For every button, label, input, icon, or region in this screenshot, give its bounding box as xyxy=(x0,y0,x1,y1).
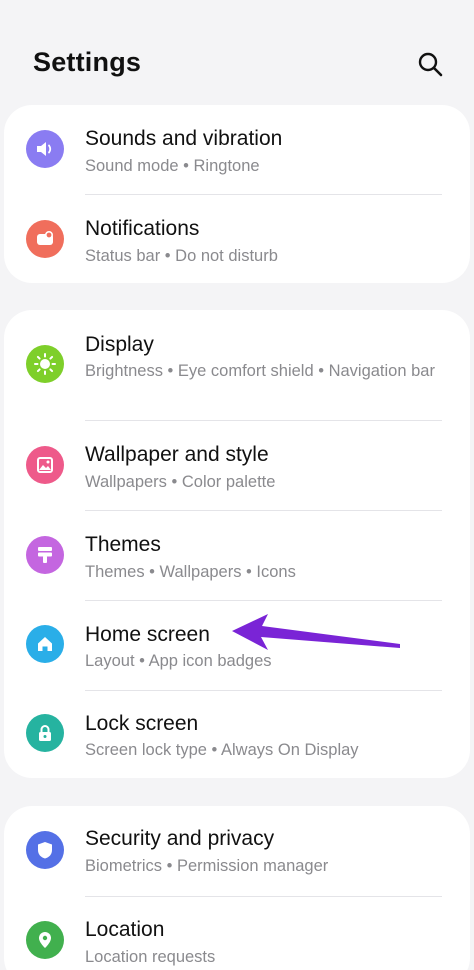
item-subtitle: Wallpapers • Color palette xyxy=(85,473,276,491)
item-title: Display xyxy=(85,333,154,356)
search-icon xyxy=(418,52,443,77)
settings-item-themes[interactable]: Themes Themes • Wallpapers • Icons xyxy=(4,511,470,600)
item-subtitle: Brightness • Eye comfort shield • Naviga… xyxy=(85,362,435,380)
item-title: Sounds and vibration xyxy=(85,127,283,150)
search-button[interactable] xyxy=(414,48,446,80)
settings-item-wallpaper-and-style[interactable]: Wallpaper and style Wallpapers • Color p… xyxy=(4,421,470,510)
item-subtitle: Status bar • Do not disturb xyxy=(85,247,278,265)
settings-group-display: Display Brightness • Eye comfort shield … xyxy=(4,310,470,778)
settings-group-security-location: Security and privacy Biometrics • Permis… xyxy=(4,806,470,970)
home-icon xyxy=(26,625,64,663)
item-title: Home screen xyxy=(85,623,210,646)
settings-group-sound-notifications: Sounds and vibration Sound mode • Ringto… xyxy=(4,105,470,283)
settings-item-lock-screen[interactable]: Lock screen Screen lock type • Always On… xyxy=(4,691,470,778)
notification-icon xyxy=(26,220,64,258)
item-title: Wallpaper and style xyxy=(85,443,269,466)
app-header: Settings xyxy=(0,0,474,110)
location-pin-icon xyxy=(26,921,64,959)
item-subtitle: Layout • App icon badges xyxy=(85,652,272,670)
item-subtitle: Sound mode • Ringtone xyxy=(85,157,260,175)
settings-item-location[interactable]: Location Location requests xyxy=(4,897,470,970)
shield-icon xyxy=(26,831,64,869)
page-title: Settings xyxy=(33,47,142,77)
image-icon xyxy=(26,446,64,484)
settings-item-notifications[interactable]: Notifications Status bar • Do not distur… xyxy=(4,195,470,283)
item-title: Security and privacy xyxy=(85,827,275,850)
item-subtitle: Screen lock type • Always On Display xyxy=(85,741,359,759)
item-title: Themes xyxy=(85,533,161,556)
item-subtitle: Biometrics • Permission manager xyxy=(85,857,329,875)
item-title: Lock screen xyxy=(85,712,199,735)
settings-item-security-and-privacy[interactable]: Security and privacy Biometrics • Permis… xyxy=(4,806,470,896)
settings-item-home-screen[interactable]: Home screen Layout • App icon badges xyxy=(4,601,470,690)
lock-icon xyxy=(26,714,64,752)
item-subtitle: Location requests xyxy=(85,948,216,966)
paint-brush-icon xyxy=(26,536,64,574)
brightness-icon xyxy=(26,345,64,383)
item-title: Location xyxy=(85,918,165,941)
settings-item-sounds-and-vibration[interactable]: Sounds and vibration Sound mode • Ringto… xyxy=(4,105,470,195)
item-subtitle: Themes • Wallpapers • Icons xyxy=(85,563,296,581)
settings-item-display[interactable]: Display Brightness • Eye comfort shield … xyxy=(4,310,470,420)
volume-icon xyxy=(26,130,64,168)
item-title: Notifications xyxy=(85,217,200,240)
